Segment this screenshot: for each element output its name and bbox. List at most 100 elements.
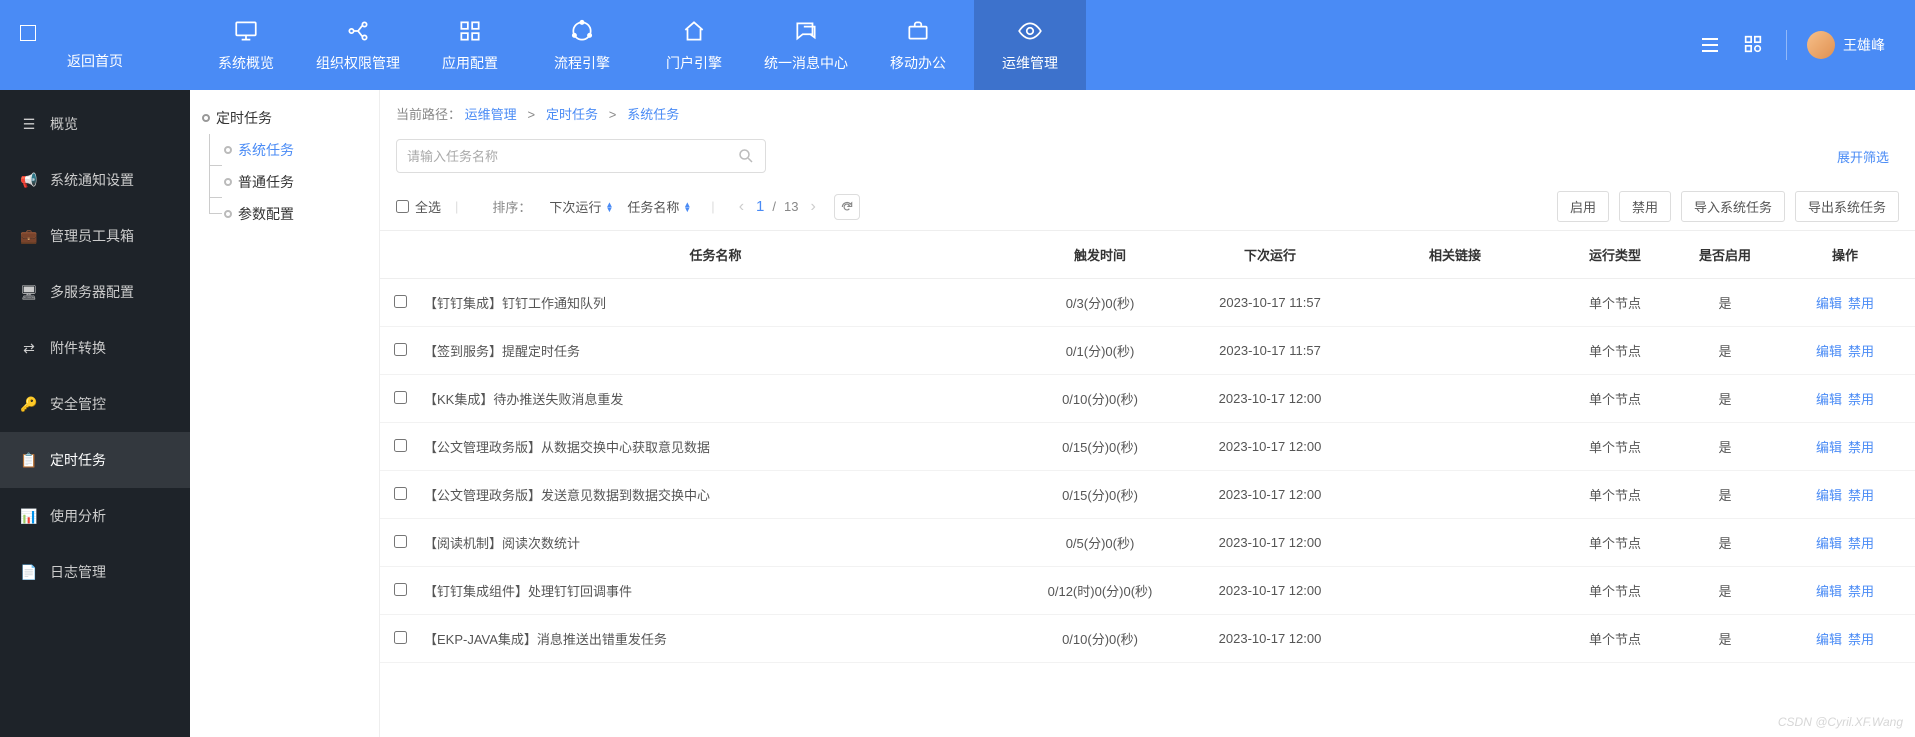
import-button[interactable]: 导入系统任务 [1681,191,1785,222]
table-row[interactable]: 【签到服务】提醒定时任务0/1(分)0(秒)2023-10-17 11:57单个… [380,327,1915,375]
nav-label: 系统概览 [218,53,274,73]
table-row[interactable]: 【钉钉集成组件】处理钉钉回调事件0/12(时)0(分)0(秒)2023-10-1… [380,567,1915,615]
row-checkbox[interactable] [394,391,407,404]
nav-mobile-office[interactable]: 移动办公 [862,0,974,90]
tree-item-normal-tasks[interactable]: 普通任务 [220,166,371,198]
cell-next: 2023-10-17 11:57 [1185,281,1355,324]
page-total: 13 [784,199,798,214]
cell-link [1355,481,1555,509]
chat-icon [792,17,820,45]
cell-enable: 是 [1675,423,1775,470]
search-icon[interactable] [737,147,755,165]
sidebar-item-analytics[interactable]: 📊使用分析 [0,488,190,544]
tree-item-param-config[interactable]: 参数配置 [220,198,371,230]
disable-link[interactable]: 禁用 [1848,392,1874,407]
topbar-right: 王雄峰 [1698,0,1915,90]
disable-button[interactable]: 禁用 [1619,191,1671,222]
sidebar-item-attachment[interactable]: ⇄附件转换 [0,320,190,376]
table-row[interactable]: 【公文管理政务版】从数据交换中心获取意见数据0/15(分)0(秒)2023-10… [380,423,1915,471]
cell-link [1355,625,1555,653]
select-all[interactable]: 全选 [396,197,441,216]
table-row[interactable]: 【阅读机制】阅读次数统计0/5(分)0(秒)2023-10-17 12:00单个… [380,519,1915,567]
nav-app-config[interactable]: 应用配置 [414,0,526,90]
disable-link[interactable]: 禁用 [1848,584,1874,599]
hamburger-icon[interactable] [1698,33,1722,57]
row-checkbox[interactable] [394,343,407,356]
cell-next: 2023-10-17 12:00 [1185,473,1355,516]
table-row[interactable]: 【EKP-JAVA集成】消息推送出错重发任务0/10(分)0(秒)2023-10… [380,615,1915,663]
home-link[interactable]: 返回首页 [0,0,190,90]
table-row[interactable]: 【KK集成】待办推送失败消息重发0/10(分)0(秒)2023-10-17 12… [380,375,1915,423]
page-prev[interactable]: ‹ [735,198,748,216]
sidebar-item-overview[interactable]: ☰概览 [0,96,190,152]
sidebar-item-servers[interactable]: 🖥多服务器配置 [0,264,190,320]
tree-item-system-tasks[interactable]: 系统任务 [220,134,371,166]
row-checkbox[interactable] [394,487,407,500]
export-button[interactable]: 导出系统任务 [1795,191,1899,222]
refresh-button[interactable] [834,194,860,220]
user-menu[interactable]: 王雄峰 [1807,31,1885,59]
edit-link[interactable]: 编辑 [1816,392,1842,407]
nav-portal-engine[interactable]: 门户引擎 [638,0,750,90]
edit-link[interactable]: 编辑 [1816,296,1842,311]
edit-link[interactable]: 编辑 [1816,440,1842,455]
edit-link[interactable]: 编辑 [1816,536,1842,551]
search-input[interactable] [407,149,737,164]
nav-label: 门户引擎 [666,53,722,73]
nav-ops-management[interactable]: 运维管理 [974,0,1086,90]
sidebar-item-logs[interactable]: 📄日志管理 [0,544,190,600]
edit-link[interactable]: 编辑 [1816,488,1842,503]
nav-workflow-engine[interactable]: 流程引擎 [526,0,638,90]
secondary-sidebar: 定时任务 系统任务 普通任务 参数配置 [190,90,380,737]
page-next[interactable]: › [806,198,819,216]
breadcrumb-link[interactable]: 系统任务 [627,107,679,122]
table-row[interactable]: 【钉钉集成】钉钉工作通知队列0/3(分)0(秒)2023-10-17 11:57… [380,279,1915,327]
sidebar-item-security[interactable]: 🔑安全管控 [0,376,190,432]
table-row[interactable]: 【公文管理政务版】发送意见数据到数据交换中心0/15(分)0(秒)2023-10… [380,471,1915,519]
select-all-checkbox[interactable] [396,200,409,213]
sort-by-nextrun[interactable]: 下次运行▲▼ [549,197,613,216]
top-bar: 返回首页 系统概览 组织权限管理 应用配置 流程引擎 门户引擎 统一消息中心 [0,0,1915,90]
nav-message-center[interactable]: 统一消息中心 [750,0,862,90]
disable-link[interactable]: 禁用 [1848,440,1874,455]
disable-link[interactable]: 禁用 [1848,632,1874,647]
breadcrumb-link[interactable]: 运维管理 [465,107,517,122]
expand-filter-link[interactable]: 展开筛选 [1837,147,1899,166]
edit-link[interactable]: 编辑 [1816,632,1842,647]
cell-name: 【公文管理政务版】发送意见数据到数据交换中心 [420,471,1015,518]
nav-system-overview[interactable]: 系统概览 [190,0,302,90]
th-next: 下次运行 [1185,231,1355,278]
disable-link[interactable]: 禁用 [1848,536,1874,551]
enable-button[interactable]: 启用 [1557,191,1609,222]
disable-link[interactable]: 禁用 [1848,344,1874,359]
cell-trigger: 0/1(分)0(秒) [1015,327,1185,374]
servers-icon: 🖥 [20,283,38,301]
row-checkbox[interactable] [394,295,407,308]
sidebar-item-scheduled-tasks[interactable]: 📋定时任务 [0,432,190,488]
cell-trigger: 0/5(分)0(秒) [1015,519,1185,566]
disable-link[interactable]: 禁用 [1848,488,1874,503]
th-op: 操作 [1775,231,1915,278]
sidebar-item-notify[interactable]: 📢系统通知设置 [0,152,190,208]
cell-enable: 是 [1675,375,1775,422]
monitor-icon [232,17,260,45]
row-checkbox[interactable] [394,439,407,452]
row-checkbox[interactable] [394,583,407,596]
disable-link[interactable]: 禁用 [1848,296,1874,311]
sort-by-name[interactable]: 任务名称▲▼ [627,197,691,216]
nav-org-permissions[interactable]: 组织权限管理 [302,0,414,90]
sidebar-item-toolbox[interactable]: 💼管理员工具箱 [0,208,190,264]
tree-dot-icon [224,178,232,186]
edit-link[interactable]: 编辑 [1816,344,1842,359]
app-grid-icon[interactable] [1742,33,1766,57]
tree-root[interactable]: 定时任务 [198,102,371,134]
cell-trigger: 0/15(分)0(秒) [1015,423,1185,470]
edit-link[interactable]: 编辑 [1816,584,1842,599]
nav-label: 组织权限管理 [316,53,400,73]
row-checkbox[interactable] [394,631,407,644]
home-link-label: 返回首页 [67,51,123,71]
breadcrumb-link[interactable]: 定时任务 [546,107,598,122]
search-input-wrapper [396,139,766,173]
row-checkbox[interactable] [394,535,407,548]
avatar [1807,31,1835,59]
